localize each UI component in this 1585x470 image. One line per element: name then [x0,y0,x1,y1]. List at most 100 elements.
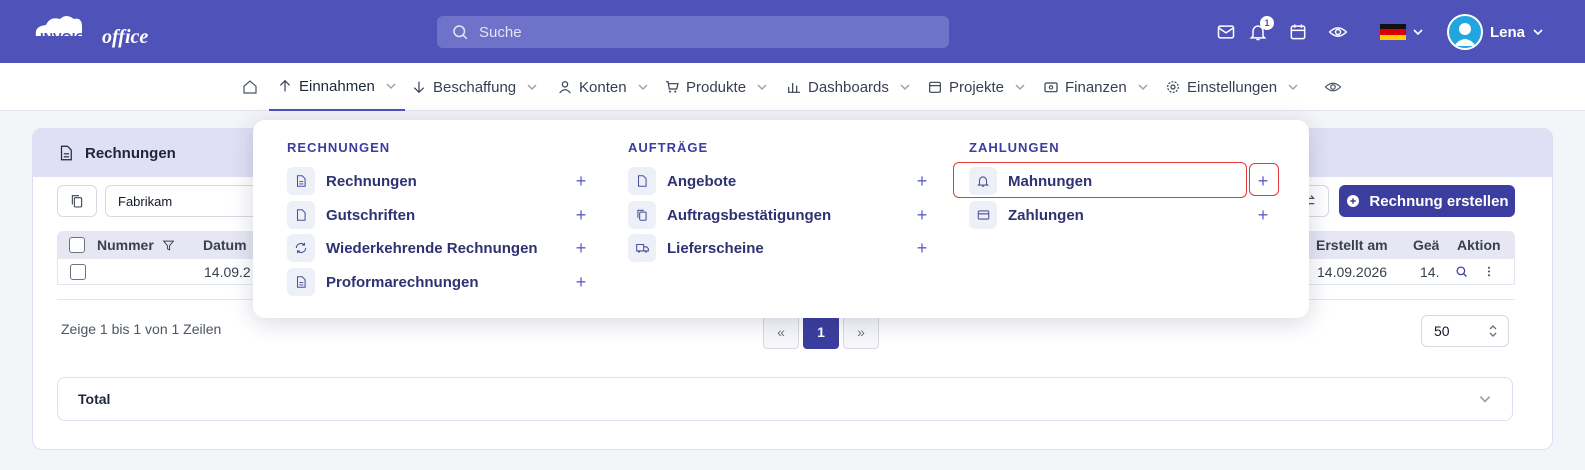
bell-icon[interactable]: 1 [1246,16,1274,44]
more-icon[interactable] [1484,259,1494,284]
column-geaendert[interactable]: Geä [1413,231,1439,259]
add-auftragsbestaetigung-button[interactable]: + [912,205,932,225]
nav-label: Einnahmen [299,77,375,95]
add-zahlung-button[interactable]: + [1253,205,1273,225]
chevron-down-icon[interactable] [1532,26,1544,38]
dropdown-heading: AUFTRÄGE [628,140,709,155]
notification-badge: 1 [1260,16,1274,30]
mail-icon[interactable] [1214,20,1238,44]
add-angebot-button[interactable]: + [912,171,932,191]
search-placeholder: Suche [479,23,522,41]
nav-label: Dashboards [808,78,889,96]
user-name[interactable]: Lena [1490,24,1525,41]
gear-icon [1167,81,1179,93]
menu-item-label: Proformarechnungen [326,273,479,291]
row-datum: 14.09.2 [204,263,251,280]
card-title: Rechnungen [85,144,176,162]
menu-item-rechnungen[interactable]: Rechnungen [253,166,563,196]
chevron-down-icon[interactable] [1412,26,1424,38]
cart-icon [666,81,679,93]
arrow-up-icon [279,79,291,92]
arrow-down-icon [413,81,425,94]
chevron-down-icon [757,84,767,91]
column-nummer[interactable]: Nummer [97,231,175,259]
select-all-checkbox[interactable] [69,231,85,259]
filter-icon[interactable] [162,239,175,252]
nav-item-dashboards[interactable]: Dashboards [786,63,911,111]
app-logo[interactable]: INVOICE office [30,14,180,50]
nav-label: Projekte [949,78,1005,96]
total-label: Total [78,391,111,407]
column-label: Nummer [97,237,154,253]
create-invoice-label: Rechnung erstellen [1369,192,1509,210]
add-rechnung-button[interactable]: + [571,171,591,191]
dropdown-column-rechnungen: RECHNUNGEN Rechnungen + Gutschriften + W… [253,140,586,296]
de-flag-icon[interactable] [1380,24,1406,40]
dropdown-column-zahlungen: ZAHLUNGEN Mahnungen + Zahlungen + [935,140,1268,229]
menu-item-lieferscheine[interactable]: Lieferscheine [594,233,904,263]
chevron-down-icon [1138,84,1148,91]
einnahmen-dropdown-menu: RECHNUNGEN Rechnungen + Gutschriften + W… [253,120,1309,318]
chevron-down-icon [1288,84,1298,91]
menu-item-wiederkehrende-rechnungen[interactable]: Wiederkehrende Rechnungen [253,233,563,263]
column-datum[interactable]: Datum [203,231,247,259]
add-wiederkehrende-rechnung-button[interactable]: + [571,238,591,258]
menu-item-label: Rechnungen [326,172,417,190]
column-erstellt-am[interactable]: Erstellt am [1316,231,1388,259]
refresh-icon [287,234,315,262]
total-section[interactable]: Total [57,377,1513,421]
row-checkbox[interactable] [70,259,86,284]
dropdown-heading: ZAHLUNGEN [969,140,1060,155]
copy-button[interactable] [57,185,97,217]
per-page-select[interactable]: 50 [1421,315,1509,347]
nav-item-projekte[interactable]: Projekte [927,63,1026,111]
nav-label: Produkte [686,78,747,96]
avatar[interactable] [1447,14,1483,50]
search-input[interactable]: Suche [437,16,949,48]
menu-item-gutschriften[interactable]: Gutschriften [253,200,563,230]
menu-item-angebote[interactable]: Angebote [594,166,904,196]
view-icon[interactable] [1454,259,1469,284]
document-icon [60,145,72,161]
document-icon [287,268,315,296]
nav-item-einstellungen[interactable]: Einstellungen [1165,63,1299,111]
menu-item-label: Auftragsbestätigungen [667,206,832,224]
menu-item-auftragsbestaetigungen[interactable]: Auftragsbestätigungen [594,200,904,230]
menu-item-zahlungen[interactable]: Zahlungen [935,200,1245,230]
chevron-down-icon [1015,84,1025,91]
create-invoice-button[interactable]: Rechnung erstellen [1339,185,1515,217]
chevron-down-icon [527,84,537,91]
pager-current-page[interactable]: 1 [803,315,839,349]
pager-next[interactable]: » [843,315,879,349]
eye-icon[interactable] [1324,63,1342,111]
main-nav: Einnahmen Beschaffung Konten Produkte Da… [0,63,1585,111]
nav-item-konten[interactable]: Konten [557,63,649,111]
pager-prev[interactable]: « [763,315,799,349]
wallet-icon [1044,82,1058,93]
copy-icon [628,201,656,229]
add-proformarechnung-button[interactable]: + [571,272,591,292]
nav-item-einnahmen[interactable]: Einnahmen [269,63,405,111]
chevron-down-icon[interactable] [1478,392,1492,406]
calendar-icon[interactable] [1286,20,1310,44]
dropdown-column-auftraege: AUFTRÄGE Angebote + Auftragsbestätigunge… [594,140,927,262]
user-icon [559,81,571,94]
eye-icon[interactable] [1326,20,1350,44]
add-lieferschein-button[interactable]: + [912,238,932,258]
chevron-down-icon [900,84,910,91]
add-gutschrift-button[interactable]: + [571,205,591,225]
nav-item-produkte[interactable]: Produkte [664,63,768,111]
sort-icon [1489,325,1497,337]
menu-item-label: Gutschriften [326,206,416,224]
row-geaendert: 14. [1420,263,1440,280]
menu-item-proformarechnungen[interactable]: Proformarechnungen [253,267,563,297]
home-icon[interactable] [241,63,259,111]
nav-label: Konten [579,78,627,96]
nav-item-beschaffung[interactable]: Beschaffung [411,63,538,111]
nav-item-finanzen[interactable]: Finanzen [1043,63,1149,111]
logo-text-italic: office [102,26,148,48]
file-icon [287,201,315,229]
nav-label: Einstellungen [1187,78,1278,96]
nav-label: Finanzen [1065,78,1127,96]
highlight-add-mahnung [1249,163,1279,196]
